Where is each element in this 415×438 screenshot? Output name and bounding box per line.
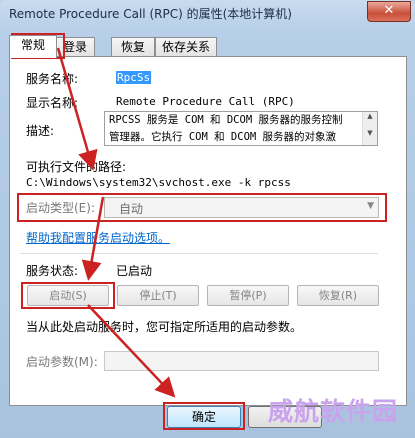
display-name-value[interactable]: Remote Procedure Call (RPC) xyxy=(116,95,295,108)
tab-general[interactable]: 常规 xyxy=(9,35,57,58)
startup-type-value: 自动 xyxy=(119,202,144,216)
service-name-label: 服务名称: xyxy=(26,72,79,86)
start-hint-text: 当从此处启动服务时，您可指定所适用的启动参数。 xyxy=(26,320,303,334)
exe-path-label: 可执行文件的路径: xyxy=(26,160,127,174)
start-button[interactable]: 启动(S) xyxy=(27,285,109,306)
startup-type-label: 启动类型(E): xyxy=(26,201,95,215)
stop-button[interactable]: 停止(T) xyxy=(117,285,199,306)
description-label: 描述: xyxy=(26,124,55,138)
window-title: Remote Procedure Call (RPC) 的属性(本地计算机) xyxy=(9,7,292,21)
help-link[interactable]: 帮助我配置服务启动选项。 xyxy=(26,229,170,246)
startup-type-select[interactable]: 自动 ▼ xyxy=(104,197,379,218)
service-name-value[interactable]: RpcSs xyxy=(116,71,152,84)
start-params-label: 启动参数(M): xyxy=(26,355,98,369)
properties-window: Remote Procedure Call (RPC) 的属性(本地计算机) ✕… xyxy=(0,0,415,438)
description-scrollbar[interactable]: ▲ ▼ xyxy=(362,112,377,145)
tab-dependencies[interactable]: 依存关系 xyxy=(155,37,217,56)
close-icon: ✕ xyxy=(383,3,395,18)
close-button[interactable]: ✕ xyxy=(367,1,411,22)
ok-button[interactable]: 确定 xyxy=(167,406,241,428)
tab-recovery[interactable]: 恢复 xyxy=(111,37,155,56)
resume-button[interactable]: 恢复(R) xyxy=(297,285,379,306)
scroll-up-icon: ▲ xyxy=(367,112,373,120)
scroll-down-icon: ▼ xyxy=(367,129,373,137)
start-params-input[interactable] xyxy=(104,351,379,371)
description-box[interactable]: RPCSS 服务是 COM 和 DCOM 服务器的服务控制 管理器。它执行 CO… xyxy=(104,111,378,146)
description-line-2: 管理器。它执行 COM 和 DCOM 服务器的对象激 xyxy=(109,131,337,143)
service-status-value: 已启动 xyxy=(116,264,153,278)
description-line-1: RPCSS 服务是 COM 和 DCOM 服务器的服务控制 xyxy=(109,114,343,126)
service-status-label: 服务状态: xyxy=(26,264,79,278)
divider xyxy=(20,253,378,254)
tab-logon[interactable]: 登录 xyxy=(55,37,95,56)
pause-button[interactable]: 暂停(P) xyxy=(207,285,289,306)
chevron-down-icon: ▼ xyxy=(367,201,374,211)
exe-path-value[interactable]: C:\Windows\system32\svchost.exe -k rpcss xyxy=(26,176,291,189)
display-name-label: 显示名称: xyxy=(26,96,79,110)
watermark-text: 威航软件园 xyxy=(268,397,399,426)
